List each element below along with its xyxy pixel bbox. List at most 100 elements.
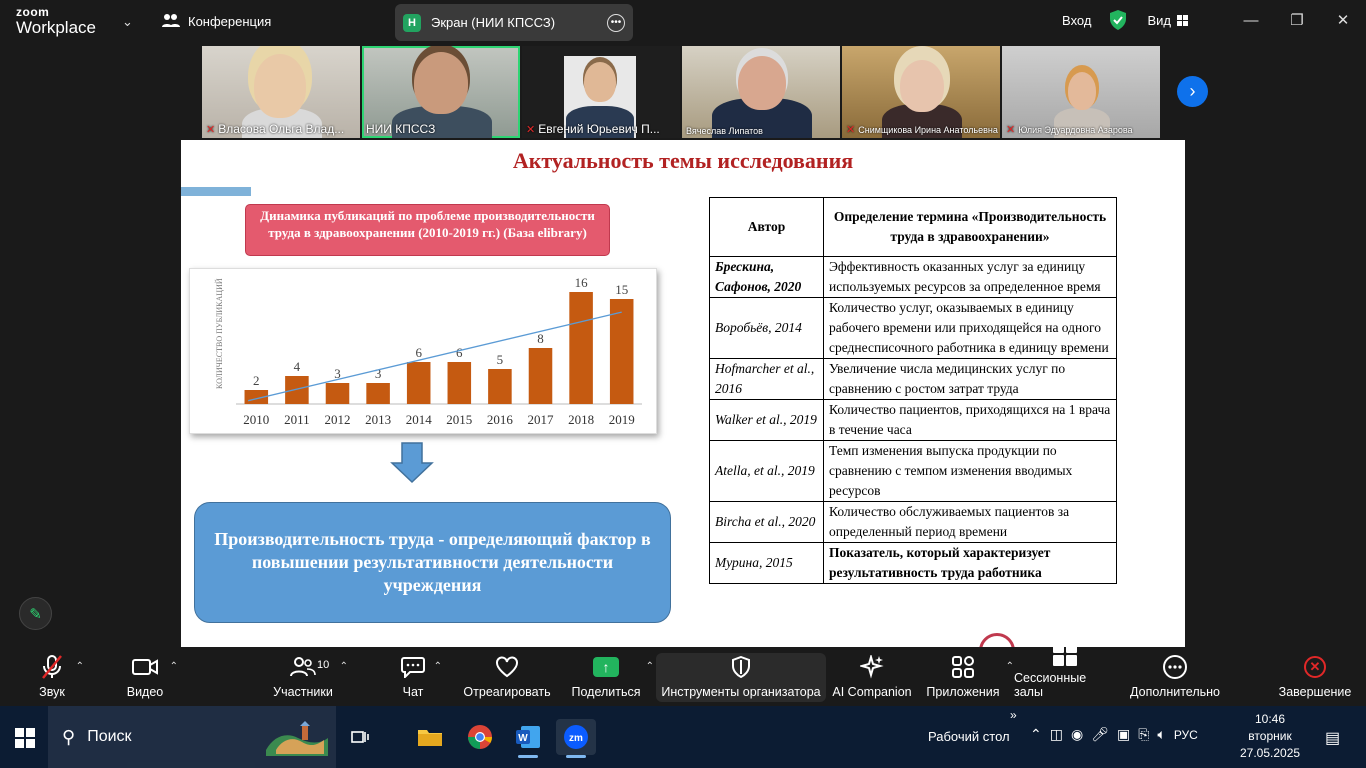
x-tick-label: 2013 (365, 412, 391, 427)
annotate-pen-icon[interactable]: ✎ (19, 597, 52, 630)
table-row: Брескина, Сафонов, 2020 Эффективность ока… (709, 256, 1117, 298)
task-view-icon[interactable] (340, 719, 380, 755)
grid-icon (1177, 14, 1188, 26)
author-cell: Bircha et al., 2020 (709, 501, 824, 543)
word-icon[interactable]: W (508, 719, 548, 758)
participant-tile[interactable]: ✕ Снимщикова Ирина Анатольевна (842, 46, 1000, 138)
taskbar-search[interactable]: ⚲ Поиск (48, 706, 336, 768)
definition-cell: Показатель, который характеризует резуль… (823, 542, 1117, 584)
microphone-icon[interactable]: 🎤︎ (1091, 726, 1109, 743)
toolbar-expand-icon[interactable]: » (1010, 708, 1017, 722)
chevron-up-icon[interactable]: ⌃ (1006, 661, 1014, 672)
participant-tile-active[interactable]: НИИ КПССЗ (362, 46, 520, 138)
chat-label: Чат (402, 685, 424, 699)
system-clock[interactable]: 10:46 вторник 27.05.2025 (1240, 711, 1300, 762)
apps-button[interactable]: Приложения ⌃ (926, 647, 1014, 706)
security-shield-icon[interactable] (1109, 10, 1127, 30)
ai-companion-button[interactable]: AI Companion (832, 647, 912, 706)
definition-cell: Количество обслуживаемых пациентов за оп… (823, 501, 1117, 543)
zoom-logo: zoom Workplace (16, 6, 96, 36)
end-meeting-icon: ✕ (1304, 656, 1326, 678)
chevron-up-icon[interactable]: ⌃ (646, 661, 654, 672)
chevron-up-icon[interactable]: ⌃ (340, 661, 348, 672)
apps-icon (952, 656, 974, 678)
svg-text:W: W (518, 733, 528, 744)
desktop-toolbar-label[interactable]: Рабочий стол (928, 729, 1010, 744)
logo-line1: zoom (16, 5, 50, 19)
definition-cell: Количество пациентов, приходящихся на 1 … (823, 399, 1117, 441)
show-hidden-icons[interactable]: ⌃ (1030, 726, 1042, 743)
definition-cell: Эффективность оказанных услуг за единицу… (823, 256, 1117, 298)
breakout-rooms-label: Сессионные залы (1014, 671, 1087, 699)
heart-icon (496, 656, 518, 678)
participant-name: Юлия Эдуардовна Азарова (1018, 124, 1133, 135)
login-button[interactable]: Вход (1062, 13, 1091, 28)
y-axis-label: КОЛИЧЕСТВО ПУБЛИКАЦИЙ (215, 278, 224, 389)
search-icon: ⚲ (62, 726, 76, 747)
participants-count: 10 (317, 659, 330, 671)
windows-start-icon[interactable] (15, 728, 35, 748)
zoom-app-icon[interactable]: zm (556, 719, 596, 758)
x-tick-label: 2015 (446, 412, 472, 427)
end-meeting-label: Завершение (1278, 685, 1352, 699)
trend-line (248, 311, 622, 402)
audio-button[interactable]: Звук ⌃ (34, 647, 84, 706)
data-label: 8 (537, 331, 544, 346)
breakout-rooms-button[interactable]: Сессионные залы (1014, 642, 1116, 706)
chevron-up-icon[interactable]: ⌃ (170, 661, 178, 672)
participant-tile[interactable]: Вячеслав Липатов (682, 46, 840, 138)
participant-tile[interactable]: ✕ Власова Ольга Влад... (202, 46, 360, 138)
participants-label: Участники (273, 685, 333, 699)
audio-label: Звук (39, 685, 65, 699)
people-icon (162, 14, 180, 27)
arrow-down-icon (390, 442, 434, 484)
react-button[interactable]: Отреагировать (463, 647, 551, 706)
share-label: Поделиться (571, 685, 641, 699)
remote-icon[interactable]: ▣ (1117, 726, 1130, 743)
clock-date: 27.05.2025 (1240, 746, 1301, 760)
share-screen-tab[interactable]: Н Экран (НИИ КПССЗ) ••• (395, 4, 633, 41)
x-tick-label: 2016 (487, 412, 514, 427)
chevron-up-icon[interactable]: ⌃ (76, 661, 84, 672)
participant-tile[interactable]: ✕ Юлия Эдуардовна Азарова (1002, 46, 1160, 138)
minimize-icon[interactable]: — (1228, 12, 1274, 29)
mic-muted-icon (42, 655, 62, 679)
more-button[interactable]: Дополнительно (1130, 647, 1220, 706)
webcam-icon[interactable]: ◉ (1071, 726, 1083, 743)
next-page-icon[interactable]: › (1177, 76, 1208, 107)
table-row: Atella, et al., 2019 Темп изменения выпус… (709, 440, 1117, 502)
participant-name: Снимщикова Ирина Анатольевна (858, 124, 998, 135)
close-icon[interactable]: ✕ (1320, 11, 1366, 29)
input-language[interactable]: РУС (1174, 728, 1198, 742)
participants-button[interactable]: 10 Участники ⌃ (272, 647, 348, 706)
more-options-icon[interactable]: ••• (607, 13, 625, 32)
meeting-toolbar: Звук ⌃ Видео ⌃ 10 Участники ⌃ Чат ⌃ Отре… (0, 642, 1366, 706)
participant-tile[interactable]: ✕ Евгений Юрьевич П... (522, 46, 680, 138)
host-tools-button[interactable]: Инструменты организатора (656, 653, 826, 702)
table-row: Мурина, 2015 Показатель, который характер… (709, 542, 1117, 584)
ethernet-icon[interactable]: ⎘ (1138, 726, 1149, 743)
mic-muted-icon: ✕ (206, 123, 216, 136)
meeting-title[interactable]: Конференция (162, 13, 271, 29)
video-button[interactable]: Видео ⌃ (126, 647, 178, 706)
file-explorer-icon[interactable] (410, 719, 450, 755)
chat-button[interactable]: Чат ⌃ (398, 647, 442, 706)
title-bar: zoom Workplace ⌄ Конференция Н Экран (НИ… (0, 0, 1366, 46)
notifications-icon[interactable]: ▤ (1325, 728, 1340, 748)
search-highlight-image (266, 721, 328, 756)
restore-icon[interactable]: ❐ (1274, 11, 1320, 29)
end-meeting-button[interactable]: ✕ Завершение (1278, 647, 1352, 706)
x-tick-label: 2011 (284, 412, 310, 427)
bar-2014 (406, 362, 431, 404)
chrome-icon[interactable] (460, 719, 500, 755)
network-icon[interactable]: ◫ (1050, 726, 1063, 743)
apps-label: Приложения (926, 685, 1000, 699)
windows-taskbar: ⚲ Поиск W zm » Рабочий стол ⌃ ◫ ◉ 🎤︎ ▣ ⎘… (0, 706, 1366, 768)
view-button[interactable]: Вид (1147, 13, 1188, 28)
share-button[interactable]: ↑ Поделиться ⌃ (571, 647, 654, 706)
volume-icon[interactable]: 🔈︎ (1157, 726, 1165, 743)
data-label: 2 (253, 373, 259, 388)
camera-icon (132, 659, 158, 675)
chevron-down-icon[interactable]: ⌄ (122, 14, 133, 30)
chevron-up-icon[interactable]: ⌃ (434, 661, 442, 672)
